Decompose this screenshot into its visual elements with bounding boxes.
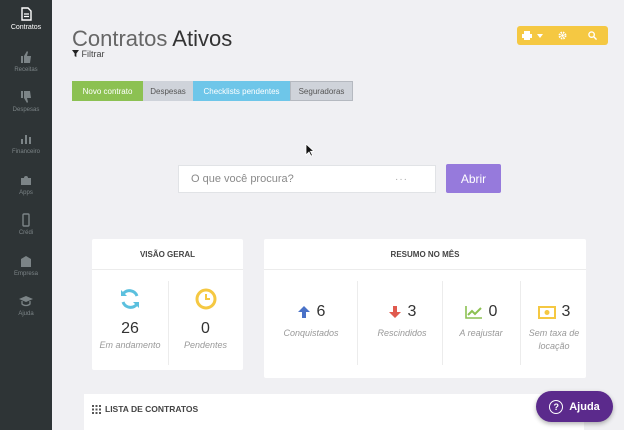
sidebar-item-label: Empresa: [13, 271, 38, 277]
filter-label: Filtrar: [81, 49, 105, 59]
overview-title: VISÃO GERAL: [92, 239, 243, 270]
page-title-bold: Ativos: [172, 26, 233, 51]
mobile-icon: [22, 213, 30, 227]
top-toolbar: [517, 26, 608, 45]
tab-despesas[interactable]: Despesas: [143, 81, 193, 101]
print-button[interactable]: [517, 26, 547, 45]
tab-novo-contrato[interactable]: Novo contrato: [72, 81, 143, 101]
contract-list-label: LISTA DE CONTRATOS: [105, 404, 199, 414]
sidebar-item-label: Financeiro: [11, 149, 40, 155]
tab-bar: Novo contrato Despesas Checklists penden…: [72, 81, 353, 101]
document-icon: [21, 7, 32, 21]
building-icon: [21, 256, 31, 267]
thumbs-up-icon: [21, 51, 31, 63]
stat-caption: Conquistados: [283, 328, 339, 338]
filter-link[interactable]: Filtrar: [72, 49, 105, 59]
divider: [442, 281, 443, 365]
stat-value: 0: [201, 320, 210, 337]
pending-stat[interactable]: 0 Pendentes: [168, 271, 243, 370]
arrow-up-icon: [297, 306, 310, 318]
stat-value: 3: [561, 303, 571, 320]
sidebar-item-empresa[interactable]: Empresa: [0, 253, 52, 293]
page-title-light: Contratos: [72, 26, 168, 51]
line-chart-icon: [464, 306, 482, 319]
sidebar-item-label: Ajuda: [18, 311, 34, 317]
to-readjust-stat[interactable]: 0 A reajustar: [446, 271, 516, 378]
help-label: Ajuda: [569, 400, 600, 413]
money-icon: [537, 305, 556, 319]
sidebar-item-label: Receitas: [14, 67, 38, 73]
monthly-summary-card: RESUMO NO MÊS 6 Conquistados 3 Rescindid…: [264, 239, 586, 378]
stat-caption: A reajustar: [459, 328, 503, 338]
monthly-summary-title: RESUMO NO MÊS: [264, 239, 586, 270]
stat-value: 0: [488, 303, 498, 320]
graduation-cap-icon: [19, 296, 33, 307]
mouse-cursor-icon: [305, 143, 314, 157]
stat-value: 6: [316, 303, 326, 320]
stat-caption: Em andamento: [99, 340, 161, 350]
sidebar-item-contratos[interactable]: Contratos: [0, 6, 52, 46]
question-icon: ?: [549, 399, 564, 414]
thumbs-down-icon: [21, 91, 31, 103]
stat-caption: Sem taxa de locação: [528, 328, 580, 351]
search-icon: [588, 31, 598, 40]
sidebar-item-label: Contratos: [10, 24, 42, 31]
contract-list-panel: LISTA DE CONTRATOS: [84, 394, 584, 430]
settings-button[interactable]: [547, 26, 577, 45]
search-input[interactable]: [179, 173, 389, 185]
open-button[interactable]: Abrir: [446, 164, 501, 193]
gear-icon: [558, 31, 567, 40]
divider: [520, 281, 521, 365]
stat-value: 26: [121, 320, 139, 337]
overview-card: VISÃO GERAL 26 Em andamento 0 Pendentes: [92, 239, 243, 370]
bar-chart-icon: [21, 135, 31, 144]
stat-value: 3: [407, 303, 417, 320]
contract-list-title: LISTA DE CONTRATOS: [92, 404, 198, 414]
options-dots-icon[interactable]: ···: [395, 174, 408, 185]
sidebar-item-label: Despesas: [12, 107, 40, 113]
refresh-icon: [121, 289, 139, 309]
sidebar-item-apps[interactable]: Apps: [0, 172, 52, 212]
terminated-stat[interactable]: 3 Rescindidos: [366, 271, 438, 378]
search-button[interactable]: [578, 26, 608, 45]
sidebar-item-ajuda[interactable]: Ajuda: [0, 293, 52, 333]
sidebar: Contratos Receitas Despesas Financeiro A…: [0, 0, 52, 430]
puzzle-icon: [21, 176, 31, 185]
stat-caption: Pendentes: [183, 340, 228, 350]
in-progress-stat[interactable]: 26 Em andamento: [92, 271, 168, 370]
caret-down-icon: [536, 33, 543, 38]
sidebar-item-label: Crédi: [18, 230, 34, 236]
sidebar-item-despesas[interactable]: Despesas: [0, 89, 52, 129]
clock-icon: [195, 288, 216, 310]
sidebar-item-label: Apps: [19, 190, 33, 196]
search-box: ···: [178, 165, 436, 193]
won-stat[interactable]: 6 Conquistados: [274, 271, 348, 378]
tab-checklists-pendentes[interactable]: Checklists pendentes: [193, 81, 290, 101]
no-rental-fee-stat[interactable]: 3 Sem taxa de locação: [524, 271, 584, 378]
sidebar-item-financeiro[interactable]: Financeiro: [0, 131, 52, 171]
stat-caption: Rescindidos: [377, 328, 427, 338]
grid-icon: [92, 404, 101, 414]
filter-icon: [72, 50, 79, 57]
tab-seguradoras[interactable]: Seguradoras: [290, 81, 353, 101]
sidebar-item-credi[interactable]: Crédi: [0, 212, 52, 252]
help-button[interactable]: ? Ajuda: [536, 391, 613, 422]
print-icon: [521, 31, 532, 40]
arrow-down-icon: [388, 306, 401, 318]
sidebar-item-receitas[interactable]: Receitas: [0, 49, 52, 89]
divider: [357, 281, 358, 365]
